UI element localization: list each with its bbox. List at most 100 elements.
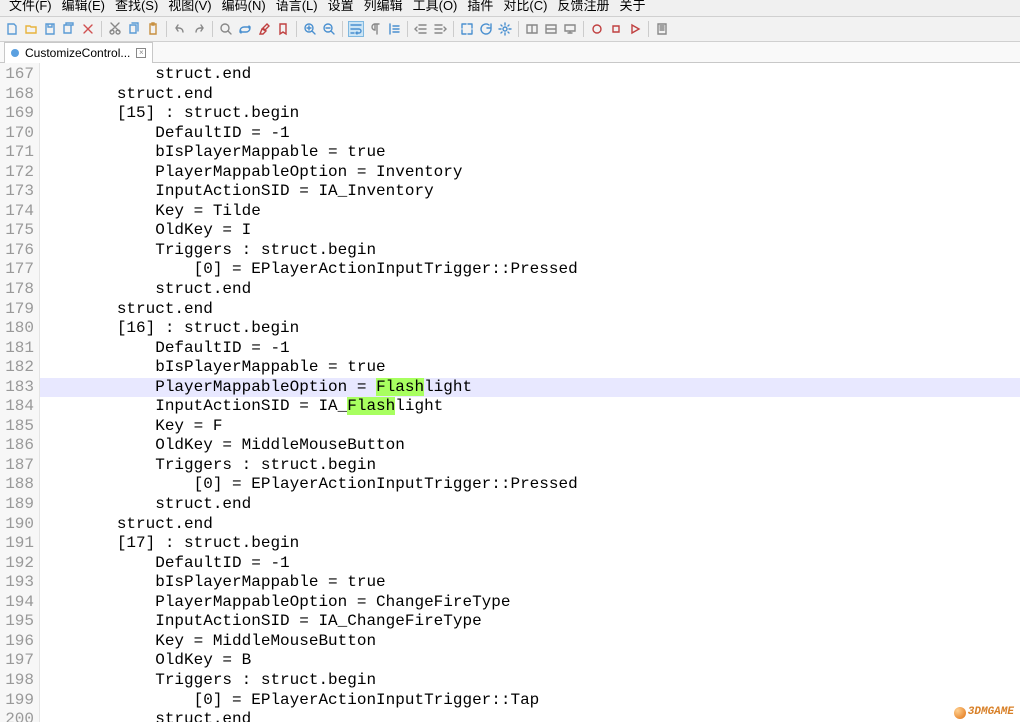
word-wrap-icon[interactable] (348, 21, 364, 37)
code-line[interactable]: InputActionSID = IA_ChangeFireType (40, 612, 1020, 632)
redo-icon[interactable] (191, 21, 207, 37)
copy-icon[interactable] (126, 21, 142, 37)
new-file-icon[interactable] (4, 21, 20, 37)
code-line[interactable]: Key = MiddleMouseButton (40, 632, 1020, 652)
line-number: 191 (0, 534, 39, 554)
line-number: 172 (0, 163, 39, 183)
line-number: 168 (0, 85, 39, 105)
code-line[interactable]: DefaultID = -1 (40, 124, 1020, 144)
menu-item-7[interactable]: 列编辑 (359, 0, 408, 12)
code-line[interactable]: struct.end (40, 495, 1020, 515)
tab-bar: CustomizeControl... × (0, 42, 1020, 63)
code-line[interactable]: bIsPlayerMappable = true (40, 358, 1020, 378)
tab-close-button[interactable]: × (136, 48, 146, 58)
line-number: 195 (0, 612, 39, 632)
menu-item-6[interactable]: 设置 (323, 0, 359, 12)
line-number: 179 (0, 300, 39, 320)
menu-item-9[interactable]: 插件 (462, 0, 498, 12)
find-icon[interactable] (218, 21, 234, 37)
code-line[interactable]: [15] : struct.begin (40, 104, 1020, 124)
doc-map-icon[interactable] (654, 21, 670, 37)
close-icon[interactable] (80, 21, 96, 37)
code-line[interactable]: InputActionSID = IA_Inventory (40, 182, 1020, 202)
open-folder-icon[interactable] (23, 21, 39, 37)
code-line[interactable]: struct.end (40, 65, 1020, 85)
code-editor[interactable]: 1671681691701711721731741751761771781791… (0, 63, 1020, 722)
indent-guide-icon[interactable] (386, 21, 402, 37)
code-line[interactable]: struct.end (40, 85, 1020, 105)
save-all-icon[interactable] (61, 21, 77, 37)
code-line[interactable]: Key = Tilde (40, 202, 1020, 222)
code-line[interactable]: struct.end (40, 515, 1020, 535)
menu-item-11[interactable]: 反馈注册 (552, 0, 614, 12)
code-line[interactable]: Key = F (40, 417, 1020, 437)
code-line[interactable]: Triggers : struct.begin (40, 671, 1020, 691)
record-stop-icon[interactable] (608, 21, 624, 37)
code-line[interactable]: DefaultID = -1 (40, 554, 1020, 574)
record-play-icon[interactable] (627, 21, 643, 37)
bookmark-icon[interactable] (275, 21, 291, 37)
code-line[interactable]: struct.end (40, 280, 1020, 300)
toolbar-separator (212, 21, 213, 37)
monitor-icon[interactable] (562, 21, 578, 37)
refresh-icon[interactable] (478, 21, 494, 37)
watermark-logo: 3DMGAME (954, 703, 1014, 722)
code-line[interactable]: Triggers : struct.begin (40, 241, 1020, 261)
menu-item-4[interactable]: 编码(N) (217, 0, 271, 12)
menu-item-12[interactable]: 关于 (614, 0, 650, 12)
line-number: 176 (0, 241, 39, 261)
line-number: 185 (0, 417, 39, 437)
menu-item-8[interactable]: 工具(O) (408, 0, 463, 12)
code-line[interactable]: bIsPlayerMappable = true (40, 143, 1020, 163)
paste-icon[interactable] (145, 21, 161, 37)
code-line[interactable]: struct.end (40, 710, 1020, 722)
toolbar-separator (101, 21, 102, 37)
code-line[interactable]: [17] : struct.begin (40, 534, 1020, 554)
code-line[interactable]: PlayerMappableOption = Flashlight (40, 378, 1020, 398)
line-number: 169 (0, 104, 39, 124)
undo-icon[interactable] (172, 21, 188, 37)
code-line[interactable]: [16] : struct.begin (40, 319, 1020, 339)
tab-customizecontrol[interactable]: CustomizeControl... × (4, 42, 153, 63)
replace-icon[interactable] (237, 21, 253, 37)
code-line[interactable]: InputActionSID = IA_Flashlight (40, 397, 1020, 417)
zoom-out-icon[interactable] (321, 21, 337, 37)
code-line[interactable]: OldKey = B (40, 651, 1020, 671)
code-line[interactable]: [0] = EPlayerActionInputTrigger::Pressed (40, 475, 1020, 495)
search-highlight: Flash (347, 397, 395, 415)
line-number: 174 (0, 202, 39, 222)
indent-right-icon[interactable] (432, 21, 448, 37)
save-icon[interactable] (42, 21, 58, 37)
split-h-icon[interactable] (524, 21, 540, 37)
zoom-in-icon[interactable] (302, 21, 318, 37)
code-line[interactable]: OldKey = I (40, 221, 1020, 241)
code-line[interactable]: Triggers : struct.begin (40, 456, 1020, 476)
code-line[interactable]: [0] = EPlayerActionInputTrigger::Tap (40, 691, 1020, 711)
cut-icon[interactable] (107, 21, 123, 37)
line-number: 189 (0, 495, 39, 515)
menu-item-0[interactable]: 文件(F) (4, 0, 57, 12)
code-line[interactable]: [0] = EPlayerActionInputTrigger::Pressed (40, 260, 1020, 280)
code-line[interactable]: PlayerMappableOption = ChangeFireType (40, 593, 1020, 613)
code-area[interactable]: struct.end struct.end [15] : struct.begi… (40, 63, 1020, 722)
code-line[interactable]: DefaultID = -1 (40, 339, 1020, 359)
menu-item-10[interactable]: 对比(C) (498, 0, 552, 12)
record-start-icon[interactable] (589, 21, 605, 37)
code-line[interactable]: struct.end (40, 300, 1020, 320)
fullscreen-icon[interactable] (459, 21, 475, 37)
menu-item-1[interactable]: 编辑(E) (57, 0, 110, 12)
code-line[interactable]: bIsPlayerMappable = true (40, 573, 1020, 593)
toolbar-separator (407, 21, 408, 37)
code-line[interactable]: PlayerMappableOption = Inventory (40, 163, 1020, 183)
code-line[interactable]: OldKey = MiddleMouseButton (40, 436, 1020, 456)
menu-item-5[interactable]: 语言(L) (271, 0, 323, 12)
settings-icon[interactable] (497, 21, 513, 37)
menu-item-2[interactable]: 查找(S) (110, 0, 163, 12)
split-v-icon[interactable] (543, 21, 559, 37)
line-number: 181 (0, 339, 39, 359)
show-all-chars-icon[interactable] (367, 21, 383, 37)
line-number: 194 (0, 593, 39, 613)
highlight-icon[interactable] (256, 21, 272, 37)
indent-left-icon[interactable] (413, 21, 429, 37)
menu-item-3[interactable]: 视图(V) (163, 0, 216, 12)
